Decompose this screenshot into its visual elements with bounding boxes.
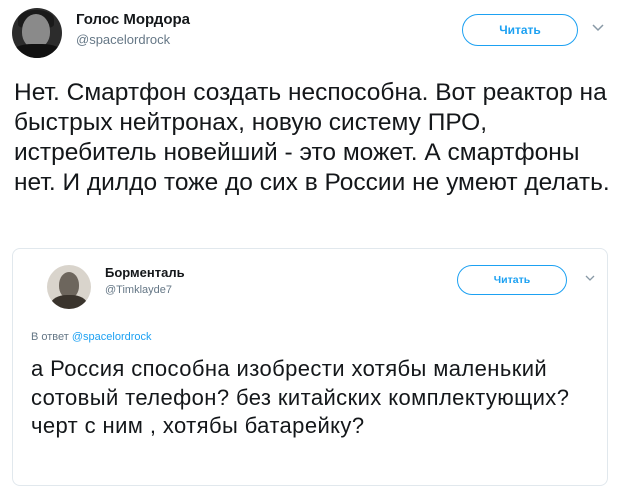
avatar[interactable]: [12, 8, 62, 58]
quoted-follow-button[interactable]: Читать: [457, 265, 567, 295]
tweet-text: Нет. Смартфон создать неспособна. Вот ре…: [14, 79, 610, 196]
quoted-avatar[interactable]: [47, 265, 91, 309]
tweet: Голос Мордора @spacelordrock Читать Нет.…: [0, 0, 620, 491]
follow-button[interactable]: Читать: [462, 14, 578, 46]
quoted-author-handle[interactable]: @Timklayde7: [105, 284, 172, 296]
avatar-body: [12, 44, 62, 58]
reply-mention[interactable]: @spacelordrock: [72, 331, 152, 343]
chevron-down-icon[interactable]: [592, 20, 604, 35]
author-handle[interactable]: @spacelordrock: [76, 32, 170, 47]
quoted-avatar-body: [51, 295, 87, 309]
avatar-face: [22, 14, 50, 48]
quoted-author-name[interactable]: Борменталь: [105, 265, 185, 280]
quoted-chevron-down-icon[interactable]: [585, 273, 595, 285]
quoted-tweet-text: а Россия способна изобрести хотябы мален…: [31, 356, 570, 438]
quoted-tweet[interactable]: Борменталь @Timklayde7 Читать В ответ @s…: [12, 248, 608, 486]
reply-prefix: В ответ: [31, 331, 69, 343]
reply-context: В ответ @spacelordrock: [31, 331, 152, 343]
author-name[interactable]: Голос Мордора: [76, 11, 190, 28]
